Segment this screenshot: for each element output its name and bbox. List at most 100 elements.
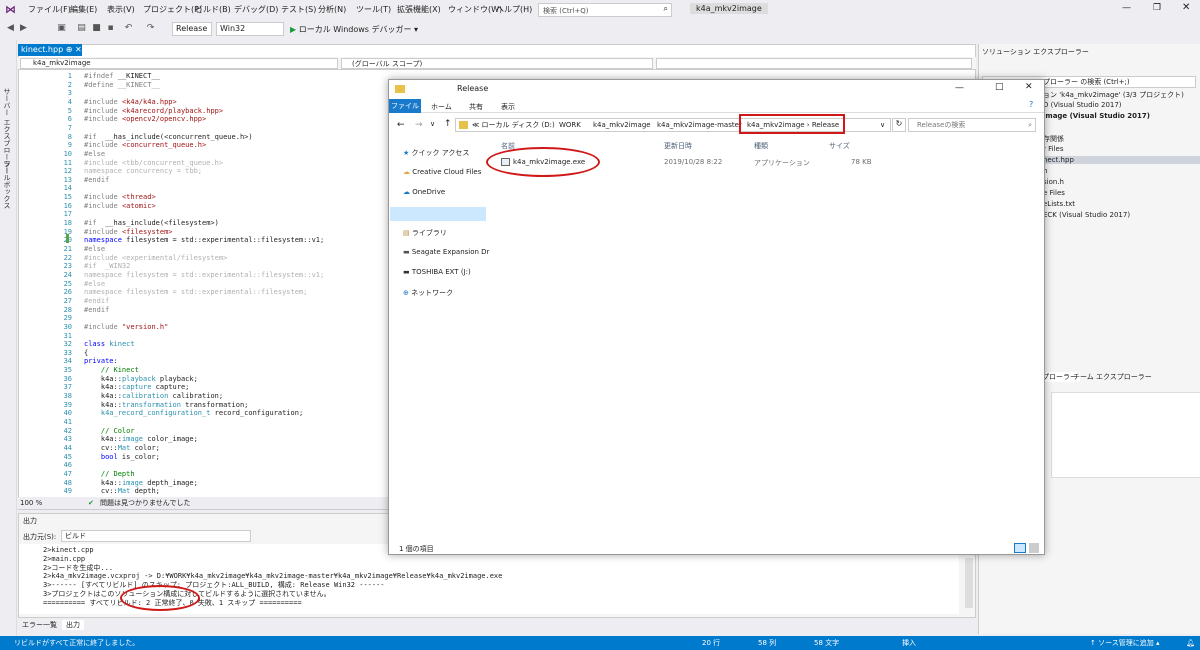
up-icon[interactable]: ↑: [444, 119, 452, 129]
solution-item[interactable]: ョン 'k4a_mkv2image' (3/3 プロジェクト): [1043, 90, 1184, 100]
header-date[interactable]: 更新日時: [664, 141, 692, 151]
annotation-oval-result: [120, 585, 200, 611]
maximize-button[interactable]: ❐: [1153, 3, 1161, 13]
path-local-disk[interactable]: ≪ ローカル ディスク (D:): [472, 119, 555, 131]
new-project-icon[interactable]: ▣: [55, 22, 68, 35]
solution-item[interactable]: eLists.txt: [1043, 200, 1075, 208]
code-line: 41: [38, 418, 84, 427]
menu-item-8[interactable]: ツール(T): [356, 4, 391, 15]
zoom-level[interactable]: 100 %: [20, 497, 42, 509]
dropdown-icon[interactable]: ∨: [880, 119, 885, 131]
member-nav-select[interactable]: [656, 58, 972, 69]
solution-item[interactable]: nect.hpp: [1043, 156, 1200, 164]
redo-icon[interactable]: ↷: [144, 22, 157, 35]
menu-item-4[interactable]: ビルド(B): [195, 4, 231, 15]
start-debug-button[interactable]: ▶ ローカル Windows デバッガー ▾: [290, 24, 418, 35]
toolbox-tab[interactable]: ツールボックス: [2, 160, 12, 209]
nav-item[interactable]: ⊕ ネットワーク: [403, 288, 453, 298]
nav-item[interactable]: ▤ ライブラリ: [403, 228, 447, 238]
ribbon-tab-file[interactable]: ファイル: [389, 99, 421, 113]
pin-icon[interactable]: ⊕ ✕: [66, 45, 82, 54]
tab-output[interactable]: 出力: [62, 620, 84, 630]
solution-item[interactable]: e Files: [1043, 189, 1065, 197]
path-k4a[interactable]: k4a_mkv2image: [593, 119, 651, 131]
output-source-select[interactable]: ビルド: [61, 530, 251, 542]
minimize-button[interactable]: —: [1122, 3, 1131, 13]
nav-label: ライブラリ: [411, 229, 447, 237]
tab-error-list[interactable]: エラー一覧: [22, 620, 57, 630]
project-nav-select[interactable]: k4a_mkv2image: [20, 58, 338, 69]
details-view-icon[interactable]: [1014, 543, 1026, 553]
nav-item[interactable]: ▬ Seagate Expansion Dr: [403, 248, 489, 256]
tab-kinect-hpp[interactable]: kinect.hpp ⊕ ✕: [18, 44, 82, 56]
menu-item-11[interactable]: ヘルプ(H): [496, 4, 532, 15]
header-size[interactable]: サイズ: [829, 141, 850, 151]
code-text: #if _WIN32: [84, 262, 131, 271]
back-icon[interactable]: ◀: [4, 22, 17, 35]
save-icon[interactable]: ■: [90, 22, 103, 35]
header-type[interactable]: 種類: [754, 141, 768, 151]
back-icon[interactable]: ←: [397, 120, 405, 130]
code-line: 2 #define __KINECT__: [38, 81, 160, 90]
refresh-button[interactable]: ↻: [892, 118, 906, 132]
explorer-close-button[interactable]: ✕: [1025, 82, 1033, 92]
path-work[interactable]: WORK: [559, 119, 581, 131]
navigation-pane: ★ クイック アクセス ☁ Creative Cloud Files ☁ OneDr…: [389, 138, 489, 542]
code-line: 18 #if __has_include(<filesystem>): [38, 219, 219, 228]
solution-item[interactable]: 存関係: [1043, 134, 1064, 144]
large-icons-view-icon[interactable]: [1029, 543, 1039, 553]
bell-icon[interactable]: 🔔︎: [1186, 636, 1195, 650]
close-button[interactable]: ✕: [1182, 2, 1190, 13]
nav-item[interactable]: ☁ OneDrive: [403, 188, 445, 196]
menu-item-1[interactable]: 編集(E): [70, 4, 97, 15]
help-icon[interactable]: ?: [1029, 100, 1033, 109]
solution-item[interactable]: image (Visual Studio 2017): [1043, 112, 1150, 120]
configuration-select[interactable]: Release: [172, 22, 212, 36]
line-number: 4: [67, 97, 72, 106]
solution-item[interactable]: r Files: [1043, 145, 1063, 153]
left-tool-strip: サーバー エクスプローラー ツールボックス: [0, 40, 17, 635]
nav-item[interactable]: ☁ Creative Cloud Files: [403, 168, 481, 176]
ribbon-tab-home[interactable]: ホーム: [431, 102, 452, 112]
output-scrollbar[interactable]: [965, 558, 973, 608]
menu-item-9[interactable]: 拡張機能(X): [397, 4, 441, 15]
menu-item-0[interactable]: ファイル(F): [28, 4, 71, 15]
solution-item[interactable]: D (Visual Studio 2017): [1043, 101, 1122, 109]
ribbon-tab-view[interactable]: 表示: [501, 102, 515, 112]
solution-item[interactable]: ECK (Visual Studio 2017): [1043, 211, 1130, 219]
address-folder-icon: [459, 121, 468, 129]
search-box[interactable]: 検索 (Ctrl+Q) ⌕: [538, 3, 672, 17]
menu-item-5[interactable]: デバッグ(D): [234, 4, 278, 15]
explorer-search-input[interactable]: Releaseの検索 ⌕: [908, 118, 1036, 132]
nav-item[interactable]: ▬ TOSHIBA EXT (J:): [403, 268, 471, 276]
solution-item[interactable]: sion.h: [1043, 178, 1064, 186]
menu-item-10[interactable]: ウィンドウ(W): [448, 4, 502, 15]
menu-item-3[interactable]: プロジェクト(P): [143, 4, 202, 15]
nav-item[interactable]: ★ クイック アクセス: [403, 148, 469, 158]
code-line: 19 #include <filesystem>: [38, 228, 173, 237]
menu-item-7[interactable]: 分析(N): [318, 4, 346, 15]
explorer-minimize-button[interactable]: —: [955, 83, 964, 93]
scope-nav-select[interactable]: (グローバル スコープ): [341, 58, 653, 69]
search-icon: ⌕: [663, 4, 668, 13]
ribbon-tab-share[interactable]: 共有: [469, 102, 483, 112]
forward-icon[interactable]: →: [415, 120, 423, 130]
open-icon[interactable]: ▤: [75, 22, 88, 35]
explorer-maximize-button[interactable]: □: [995, 82, 1004, 92]
build-status: リビルドがすべて正常に終了しました。: [14, 639, 140, 647]
code-line: 36 k4a::playback playback;: [38, 375, 198, 384]
undo-icon[interactable]: ↶: [122, 22, 135, 35]
code-text: namespace concurrency = tbb;: [84, 167, 203, 176]
team-explorer-tab[interactable]: チーム エクスプローラー: [1073, 372, 1152, 382]
save-all-icon[interactable]: ▪: [104, 22, 117, 35]
char-number: 58 文字: [814, 639, 840, 647]
recent-icon[interactable]: ∨: [430, 120, 435, 128]
platform-select[interactable]: Win32: [216, 22, 284, 36]
vs-logo-icon: ⋈: [5, 3, 16, 16]
source-control-button[interactable]: ↑ ソース管理に追加 ▴: [1090, 636, 1159, 650]
path-master[interactable]: k4a_mkv2image-master: [657, 119, 742, 131]
menu-item-6[interactable]: テスト(S): [281, 4, 316, 15]
forward-icon[interactable]: ▶: [17, 22, 30, 35]
explorer-folder-icon: [395, 85, 405, 93]
menu-item-2[interactable]: 表示(V): [107, 4, 135, 15]
